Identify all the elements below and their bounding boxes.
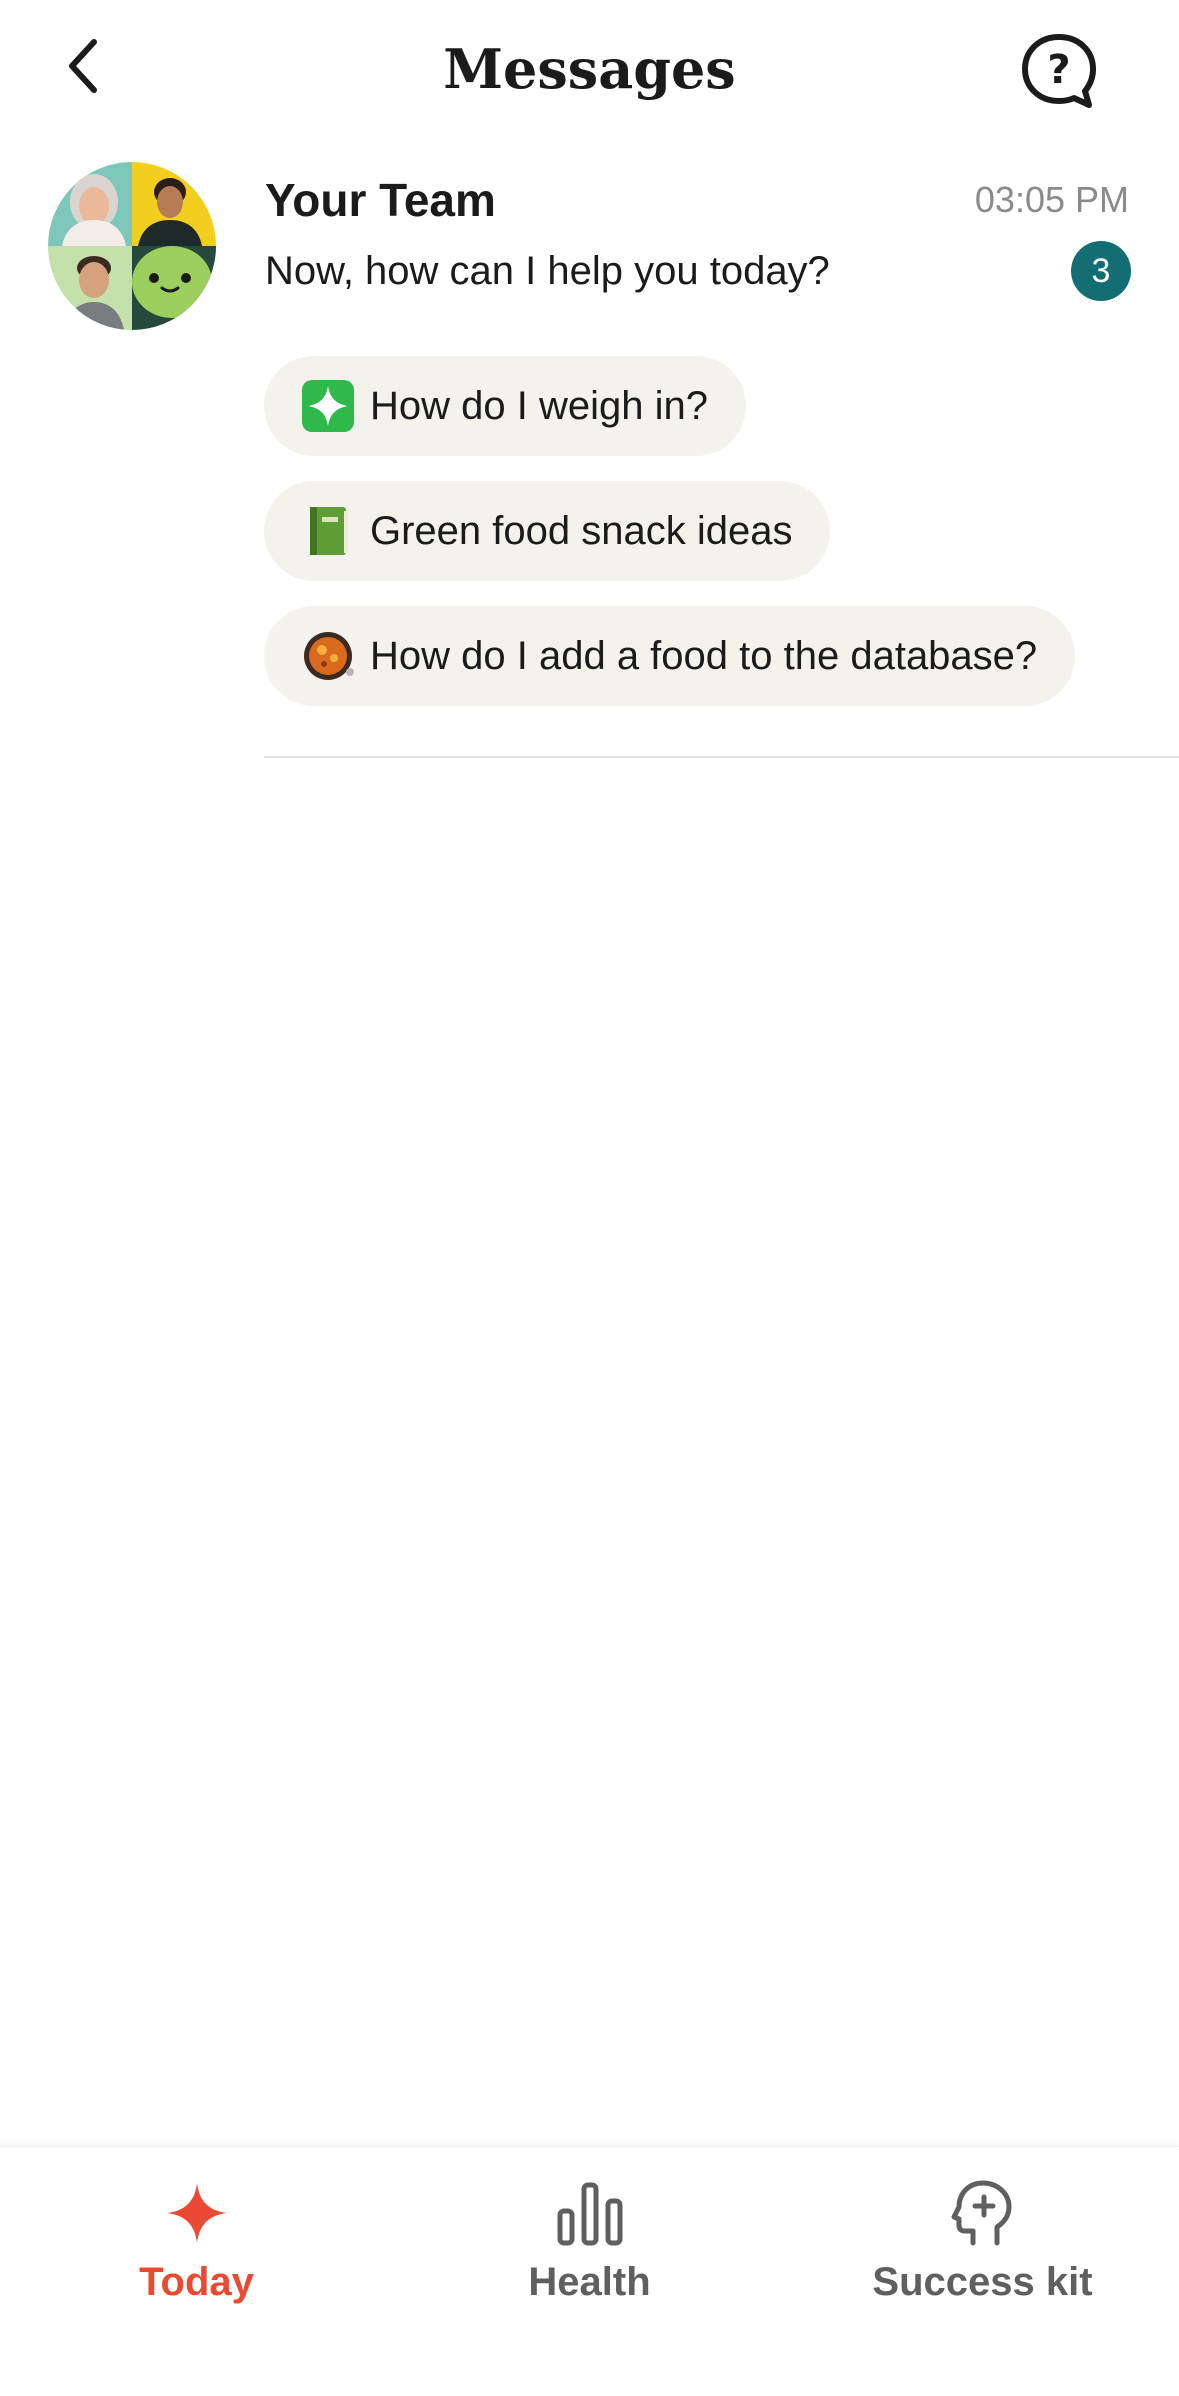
conversation-divider [264,756,1179,758]
conversation-name: Your Team [265,174,496,226]
nav-label-health: Health [528,2260,651,2304]
avatar-person-3 [48,246,132,330]
nav-item-success-kit[interactable]: Success kit [786,2177,1179,2317]
bottom-nav: Today Health Success kit [0,2146,1179,2396]
svg-text:?: ? [1047,47,1070,93]
conversation-preview: Now, how can I help you today? [265,249,830,293]
conversation-time: 03:05 PM [974,179,1129,220]
suggestion-chip-weigh-in[interactable]: How do I weigh in? [264,356,746,456]
suggestion-label: Green food snack ideas [370,509,793,553]
head-plus-icon [943,2177,1023,2249]
avatar-person-1 [48,162,132,246]
help-button[interactable]: ? [1016,28,1102,114]
sparkle-icon [157,2177,237,2249]
help-bubble-icon: ? [1022,34,1096,108]
nav-item-today[interactable]: Today [0,2177,393,2317]
avatar-mascot [132,246,216,330]
sparkle-icon [300,378,356,434]
suggestion-label: How do I add a food to the database? [370,634,1038,678]
suggestion-chip-snack-ideas[interactable]: Green food snack ideas [264,481,831,581]
nav-item-health[interactable]: Health [393,2177,786,2317]
header: Messages ? [0,0,1179,140]
food-pan-icon [300,628,356,684]
nav-label-success-kit: Success kit [872,2260,1093,2304]
suggestion-label: How do I weigh in? [370,384,708,428]
conversation-row[interactable]: Your Team 03:05 PM Now, how can I help y… [0,160,1179,760]
suggestion-chip-add-food[interactable]: How do I add a food to the database? [264,606,1076,706]
green-book-icon [300,503,356,559]
bar-chart-icon [550,2177,630,2249]
page-title: Messages [443,37,736,101]
unread-badge: 3 [1071,241,1131,301]
messages-screen: Messages ? Your Team 03:05 PM Now, how c… [0,0,1179,2396]
nav-label-today: Today [139,2260,254,2304]
avatar-person-2 [132,162,216,246]
team-avatar [48,162,216,330]
